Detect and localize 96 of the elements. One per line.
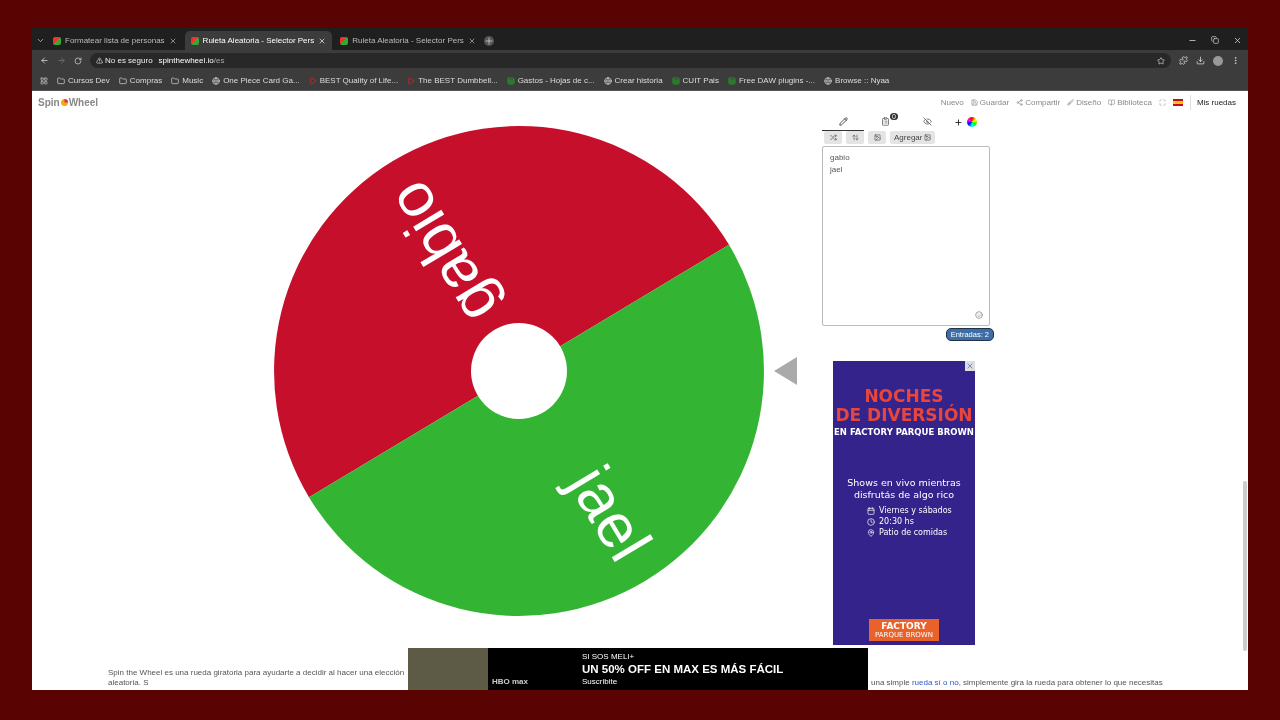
restore-icon[interactable] [1211,36,1219,44]
description-text: una simple rueda sí o no, simplemente gira la rueda para obtener lo que necesitas [871,678,1164,688]
bookmark-item[interactable]: The BEST Dumbbell... [407,76,498,85]
favicon-icon [190,36,199,45]
folder-icon [171,76,180,85]
sort-icon [851,134,859,141]
tab-menu-icon[interactable] [36,36,45,45]
close-icon[interactable] [318,36,327,45]
download-icon[interactable] [1196,56,1205,65]
close-icon[interactable] [168,36,177,45]
bookmark-item[interactable]: Crear historia [603,76,663,85]
sheet-icon [506,76,515,85]
browser-tab[interactable]: Formatear lista de personas [47,31,183,50]
ad-detail: Viernes y sábados [867,505,952,516]
color-wheel-icon[interactable] [967,117,977,127]
add-image-button[interactable]: Agregar [890,131,936,144]
bookmark-item[interactable]: BEST Quality of Life... [308,76,399,85]
bookmark-item[interactable]: CUIT Pais [671,76,719,85]
browser-tab[interactable]: Ruleta Aleatoria - Selector Pers [184,31,333,50]
folder-icon [57,76,65,85]
bookmark-item[interactable]: Free DAW plugins -... [727,76,816,85]
browser-tab[interactable]: Ruleta Aleatoria - Selector Pers [334,31,482,50]
pencil-icon [838,117,848,126]
book-icon [1108,98,1116,106]
eye-off-icon [922,117,932,126]
entry-text: jael [830,164,844,176]
save-icon [970,98,978,106]
brand-logo: HBO max [491,677,529,686]
sheet-icon [671,76,680,85]
wheel-hub[interactable] [471,323,567,419]
brush-icon [1067,98,1075,106]
globe-icon [824,76,833,85]
warning-icon [96,57,103,64]
bookmark-item[interactable]: Cursos Dev [57,76,110,85]
back-icon[interactable] [40,56,49,65]
site-logo[interactable]: Spin Wheel [38,96,99,108]
nav-link[interactable]: Compartir [1016,97,1061,107]
close-icon[interactable] [1233,36,1242,45]
ad-detail: Patio de comidas [867,527,948,538]
entry-text: gabio [830,152,851,164]
globe-icon [212,76,221,85]
menu-icon[interactable] [1231,56,1240,65]
puzzle-icon[interactable] [1179,56,1188,65]
image-icon [873,134,881,141]
calendar-icon [867,506,875,515]
nav-link[interactable]: Diseño [1067,97,1102,107]
wheel-logo-icon [60,98,68,106]
apps-icon[interactable] [40,76,48,85]
new-tab-icon[interactable] [483,36,494,46]
add-icon[interactable] [954,117,963,127]
ad-headline: UN 50% OFF EN MAX ES MÁS FÁCIL [582,663,784,675]
play-icon [407,76,416,85]
ad-title: NOCHES [864,387,944,406]
text-link[interactable]: rueda sí o no [911,678,959,687]
clock-icon [867,517,875,526]
ad-detail: 20:30 hs [867,516,914,527]
play-icon [308,76,317,85]
pointer-icon [774,357,797,385]
clipboard-icon [880,117,890,126]
ad-text: Shows en vivo mientras [847,477,961,489]
bookmark-item[interactable]: One Piece Card Ga... [212,76,300,85]
sheet-icon [727,76,736,85]
url-text: spinthewheel.io/es [158,56,225,65]
ad-subtitle: EN FACTORY PARQUE BROWN [834,427,974,437]
segment-label: jael [555,453,665,573]
share-icon [1016,98,1024,106]
bookmark-item[interactable]: Gastos - Hojas de c... [506,76,595,85]
subscribe-link[interactable]: Suscribite [582,677,784,686]
star-icon[interactable] [1157,56,1165,65]
flag-icon[interactable] [1172,98,1183,106]
address-bar[interactable]: No es seguro spinthewheel.io/es [90,53,1171,68]
image-button[interactable] [868,131,886,144]
ad-title: DE DIVERSIÓN [835,406,973,425]
bookmark-item[interactable]: Browse :: Nyaa [824,76,890,85]
folder-icon [118,76,127,85]
image-icon [924,134,932,141]
bookmark-item[interactable]: Music [171,76,204,85]
nav-link[interactable]: Guardar [970,97,1010,107]
ad-kicker: SI SOS MELI+ [582,652,636,661]
pin-icon [867,528,875,537]
nav-link[interactable]: Biblioteca [1108,97,1152,107]
shuffle-icon [829,134,837,141]
nav-link[interactable]: Nuevo [940,97,964,107]
reload-icon[interactable] [74,56,82,65]
avatar-icon[interactable] [1213,55,1223,66]
security-label[interactable]: No es seguro [96,56,153,65]
close-icon[interactable] [467,36,476,45]
entries-field[interactable]: gabio jael [822,146,990,326]
ad-banner[interactable]: HBO max SI SOS MELI+ UN 50% OFF EN MAX ES MÁS FÁCIL Suscribite [408,648,868,690]
favicon-icon [53,36,61,45]
bookmark-item[interactable]: Compras [118,76,163,85]
globe-icon [603,76,612,85]
scrollbar[interactable] [1243,481,1247,651]
description-text: Spin the Wheel es una rueda giratoria para ayudarte a decidir al hacer una elección aleatoria. S [108,668,406,688]
favicon-icon [340,36,349,45]
ad-text: disfrutás de algo rico [853,489,955,501]
